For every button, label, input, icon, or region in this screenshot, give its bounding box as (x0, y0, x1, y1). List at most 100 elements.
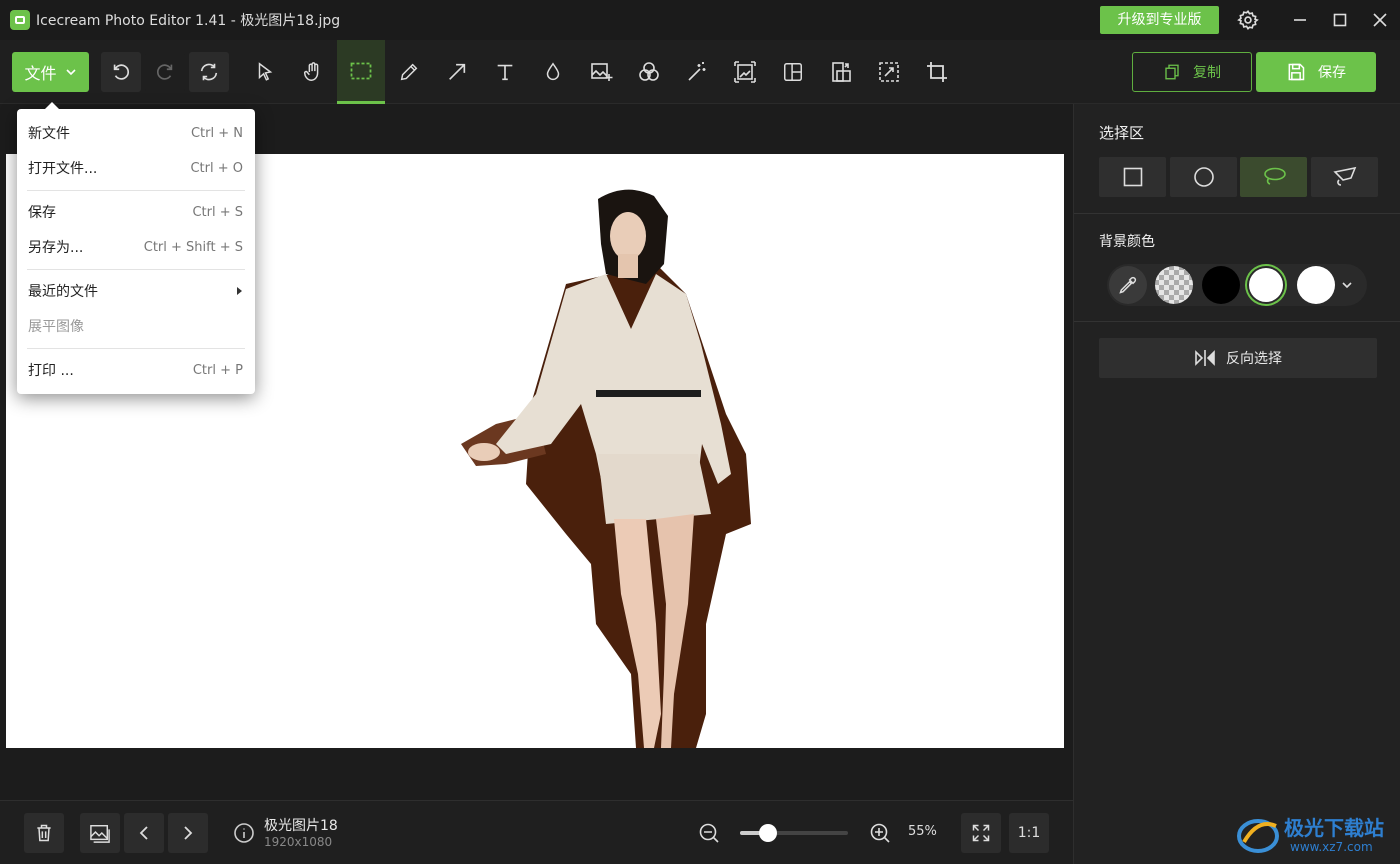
camera-icon (10, 10, 30, 30)
black-swatch[interactable] (1202, 266, 1240, 304)
watermark-text: 极光下载站 (1284, 816, 1384, 840)
main-toolbar: 文件 复制 保存 (0, 40, 1400, 104)
redo-icon (156, 64, 173, 80)
menu-item-label: 新文件 (28, 126, 70, 142)
menu-item-label: 保存 (28, 205, 56, 221)
menu-item-shortcut: Ctrl + Shift + S (143, 239, 243, 255)
file-menu-button[interactable]: 文件 (12, 52, 89, 92)
info-icon[interactable] (233, 822, 255, 848)
close-icon[interactable] (1366, 6, 1394, 34)
rectangle-icon (1123, 167, 1142, 187)
menu-item-save-as[interactable]: 另存为... Ctrl + Shift + S (17, 230, 255, 264)
add-image-icon (591, 63, 613, 81)
menu-item-shortcut: Ctrl + N (190, 125, 243, 141)
menu-item-save[interactable]: 保存 Ctrl + S (17, 195, 255, 229)
invert-selection-button[interactable]: 反向选择 (1099, 338, 1377, 378)
zoom-slider[interactable] (740, 824, 848, 842)
prev-image-button[interactable] (124, 813, 164, 853)
submenu-arrow-icon (237, 287, 242, 295)
zoom-out-icon[interactable] (698, 822, 720, 848)
menu-item-flatten: 展平图像 (17, 309, 255, 343)
tool-select[interactable] (241, 40, 289, 104)
menu-item-label: 打印 ... (28, 363, 74, 379)
eyedropper-icon[interactable] (1109, 266, 1147, 304)
tool-crop-resize[interactable] (865, 40, 913, 104)
menu-item-shortcut: Ctrl + P (192, 362, 243, 378)
select-circle-button[interactable] (1170, 157, 1237, 197)
floppy-icon (1288, 63, 1305, 81)
tool-filters[interactable] (625, 40, 673, 104)
tool-magic[interactable] (673, 40, 721, 104)
select-polygon-button[interactable] (1311, 157, 1378, 197)
tool-collage[interactable] (769, 40, 817, 104)
tool-arrow[interactable] (433, 40, 481, 104)
tool-rotate[interactable] (817, 40, 865, 104)
watermark-url: www.xz7.com (1290, 840, 1373, 854)
crop-icon (927, 62, 947, 82)
tool-pan[interactable] (289, 40, 337, 104)
chevron-down-icon[interactable] (1337, 266, 1357, 304)
menu-separator (27, 348, 245, 349)
redo-button[interactable] (145, 52, 185, 92)
tool-rect-select[interactable] (337, 40, 385, 104)
undo-button[interactable] (101, 52, 141, 92)
file-menu-label: 文件 (24, 64, 57, 83)
tool-draw[interactable] (385, 40, 433, 104)
rotate-icon (832, 62, 851, 82)
actual-size-button[interactable]: 1:1 (1009, 813, 1049, 853)
zoom-slider-thumb[interactable] (759, 824, 778, 842)
resize-icon (734, 61, 756, 83)
undo-icon (113, 64, 130, 80)
gallery-icon (90, 825, 110, 843)
invert-label: 反向选择 (1226, 351, 1282, 367)
menu-item-recent[interactable]: 最近的文件 (17, 274, 255, 308)
fit-screen-button[interactable] (961, 813, 1001, 853)
watermark-logo: 极光下载站 www.xz7.com (1236, 806, 1396, 862)
gear-icon[interactable] (1234, 6, 1262, 34)
zoom-in-icon[interactable] (869, 822, 891, 848)
panel-divider (1074, 213, 1400, 214)
tool-crop[interactable] (913, 40, 961, 104)
reset-button[interactable] (189, 52, 229, 92)
chevron-left-icon (139, 826, 148, 840)
tool-resize[interactable] (721, 40, 769, 104)
gallery-button[interactable] (80, 813, 120, 853)
delete-button[interactable] (24, 813, 64, 853)
maximize-icon[interactable] (1326, 6, 1354, 34)
crop-resize-icon (879, 62, 899, 82)
chevron-right-icon (184, 826, 193, 840)
copy-button[interactable]: 复制 (1132, 52, 1252, 92)
bg-color-title: 背景颜色 (1099, 234, 1155, 250)
fit-screen-icon (972, 824, 990, 842)
menu-item-label: 展平图像 (28, 319, 84, 335)
bottom-bar: 极光图片18 1920x1080 55% 1:1 (0, 800, 1073, 864)
properties-panel: 选择区 背景颜色 反向选择 (1073, 104, 1400, 864)
save-button[interactable]: 保存 (1256, 52, 1376, 92)
menu-item-label: 打开文件... (28, 161, 98, 177)
copy-label: 复制 (1193, 65, 1221, 81)
minimize-icon[interactable] (1286, 6, 1314, 34)
next-image-button[interactable] (168, 813, 208, 853)
polygon-lasso-icon (1332, 166, 1356, 186)
select-lasso-button[interactable] (1240, 157, 1307, 197)
custom-color-swatch[interactable] (1297, 266, 1335, 304)
tool-add-image[interactable] (577, 40, 625, 104)
menu-item-print[interactable]: 打印 ... Ctrl + P (17, 353, 255, 387)
window-title: Icecream Photo Editor 1.41 - 极光图片18.jpg (36, 13, 341, 29)
select-rectangle-button[interactable] (1099, 157, 1166, 197)
menu-item-open[interactable]: 打开文件... Ctrl + O (17, 151, 255, 185)
bg-color-picker (1107, 264, 1367, 306)
arrow-icon (449, 63, 466, 80)
tool-blur[interactable] (529, 40, 577, 104)
menu-item-shortcut: Ctrl + S (192, 204, 243, 220)
text-icon (497, 64, 513, 81)
white-swatch-selected[interactable] (1249, 268, 1283, 302)
refresh-icon (200, 63, 218, 81)
menu-item-new[interactable]: 新文件 Ctrl + N (17, 116, 255, 150)
menu-item-shortcut: Ctrl + O (190, 160, 243, 176)
transparent-swatch[interactable] (1155, 266, 1193, 304)
upgrade-button[interactable]: 升级到专业版 (1100, 6, 1219, 34)
tool-text[interactable] (481, 40, 529, 104)
zoom-percentage: 55% (908, 824, 937, 839)
file-name: 极光图片18 (264, 818, 338, 834)
